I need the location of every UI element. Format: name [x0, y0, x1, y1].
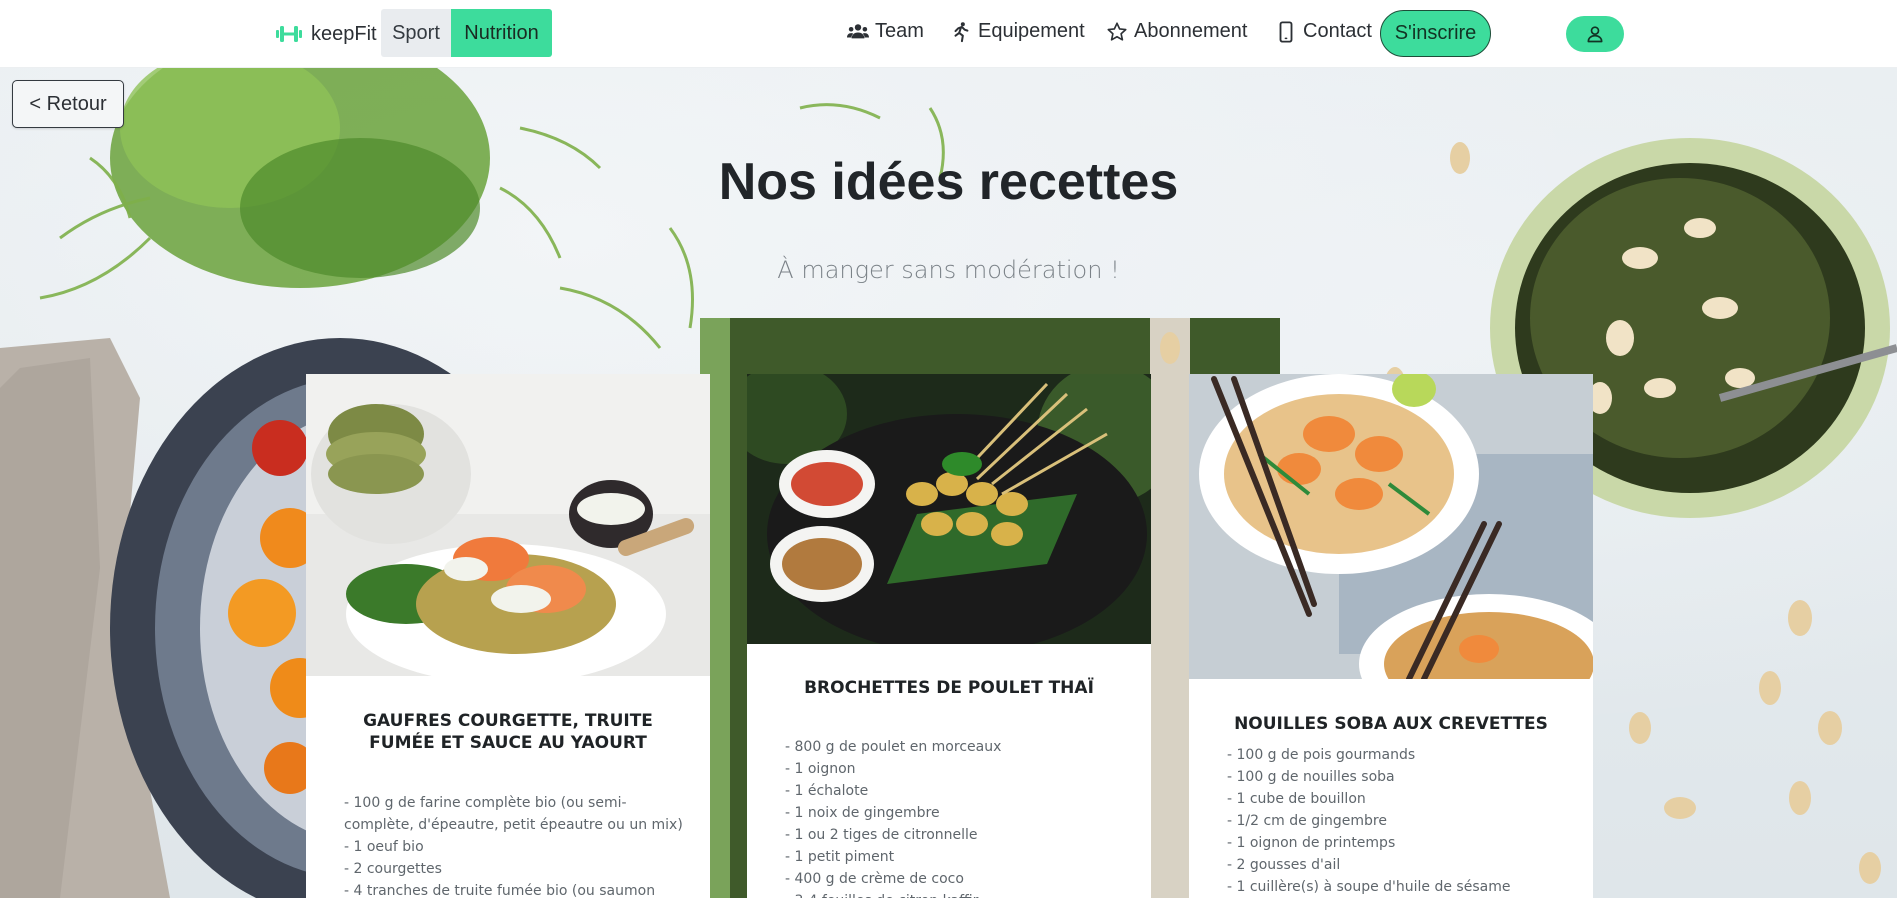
recipe-title: NOUILLES SOBA AUX CREVETTES — [1234, 714, 1548, 734]
nav-link-equipement[interactable]: Equipement — [950, 20, 1085, 43]
tab-sport[interactable]: Sport — [381, 9, 451, 57]
ingredient-item: - 1 échalote — [785, 783, 869, 799]
ingredient-item: - 100 g de farine complète bio (ou semi-… — [344, 795, 683, 833]
ingredient-item: - 1 oignon — [785, 761, 856, 777]
tab-nutrition[interactable]: Nutrition — [451, 9, 552, 57]
ingredient-item: - 1 cube de bouillon — [1227, 791, 1366, 807]
dumbbell-icon — [276, 26, 302, 42]
recipe-card-nouilles[interactable]: NOUILLES SOBA AUX CREVETTES - 100 g de p… — [1189, 374, 1593, 898]
nav-link-label: Equipement — [978, 20, 1085, 42]
recipe-title: GAUFRES COURGETTE, TRUITE FUMÉE ET SAUCE… — [363, 711, 653, 753]
nav-link-label: Contact — [1303, 20, 1372, 42]
ingredient-item: - 1 petit piment — [785, 849, 895, 865]
brand[interactable]: keepFit — [275, 20, 377, 48]
ingredient-list: - 100 g de pois gourmands - 100 g de nou… — [1227, 744, 1567, 898]
ingredient-item: - 100 g de nouilles soba — [1227, 769, 1395, 785]
page-title: Nos idées recettes — [718, 153, 1179, 211]
nav-link-label: Team — [875, 20, 924, 42]
signup-button[interactable]: S'inscrire — [1380, 10, 1491, 57]
users-icon — [847, 23, 869, 38]
ingredient-item: - 1 oignon de printemps — [1227, 835, 1396, 851]
ingredient-item: - 1/2 cm de gingembre — [1227, 813, 1387, 829]
recipe-image — [306, 374, 710, 676]
recipe-image — [1189, 374, 1593, 679]
recipe-card-gaufres[interactable]: GAUFRES COURGETTE, TRUITE FUMÉE ET SAUCE… — [306, 374, 710, 898]
ingredient-item: - 2 gousses d'ail — [1227, 857, 1341, 873]
user-account-button[interactable] — [1566, 16, 1624, 52]
star-icon — [1107, 21, 1127, 41]
recipe-card-brochettes[interactable]: BROCHETTES DE POULET THAÏ - 800 g de pou… — [747, 374, 1151, 898]
nav-link-contact[interactable]: Contact — [1275, 20, 1372, 43]
ingredient-item: - 1 oeuf bio — [344, 839, 424, 855]
nav-link-abonnement[interactable]: Abonnement — [1106, 20, 1247, 43]
top-navbar: keepFit Sport Nutrition Team Equipement … — [0, 0, 1897, 68]
ingredient-item: - 1 cuillère(s) à soupe d'huile de sésam… — [1227, 879, 1511, 895]
ingredient-item: - 100 g de pois gourmands — [1227, 747, 1416, 763]
ingredient-item: - 3-4 feuilles de citron kaffir — [785, 890, 1125, 898]
back-button[interactable]: < Retour — [12, 80, 124, 128]
recipe-image — [747, 374, 1151, 644]
runner-icon — [954, 21, 969, 42]
ingredient-item: - 1 noix de gingembre — [785, 805, 940, 821]
ingredient-item: - 800 g de poulet en morceaux — [785, 739, 1002, 755]
recipe-title: BROCHETTES DE POULET THAÏ — [804, 678, 1094, 698]
phone-icon — [1279, 20, 1293, 43]
ingredient-item: - 2 courgettes — [344, 861, 442, 877]
page-subtitle: À manger sans modération ! — [777, 256, 1120, 284]
ingredient-list: - 800 g de poulet en morceaux - 1 oignon… — [785, 736, 1125, 898]
ingredient-item: - 4 tranches de truite fumée bio (ou sau… — [344, 883, 656, 898]
ingredient-list: - 100 g de farine complète bio (ou semi-… — [344, 792, 684, 898]
user-icon — [1587, 26, 1603, 43]
ingredient-item: - 400 g de crème de coco — [785, 871, 964, 887]
nav-link-label: Abonnement — [1134, 20, 1248, 42]
nav-link-team[interactable]: Team — [847, 20, 924, 43]
brand-name: keepFit — [311, 22, 377, 45]
ingredient-item: - 1 ou 2 tiges de citronnelle — [785, 827, 978, 843]
